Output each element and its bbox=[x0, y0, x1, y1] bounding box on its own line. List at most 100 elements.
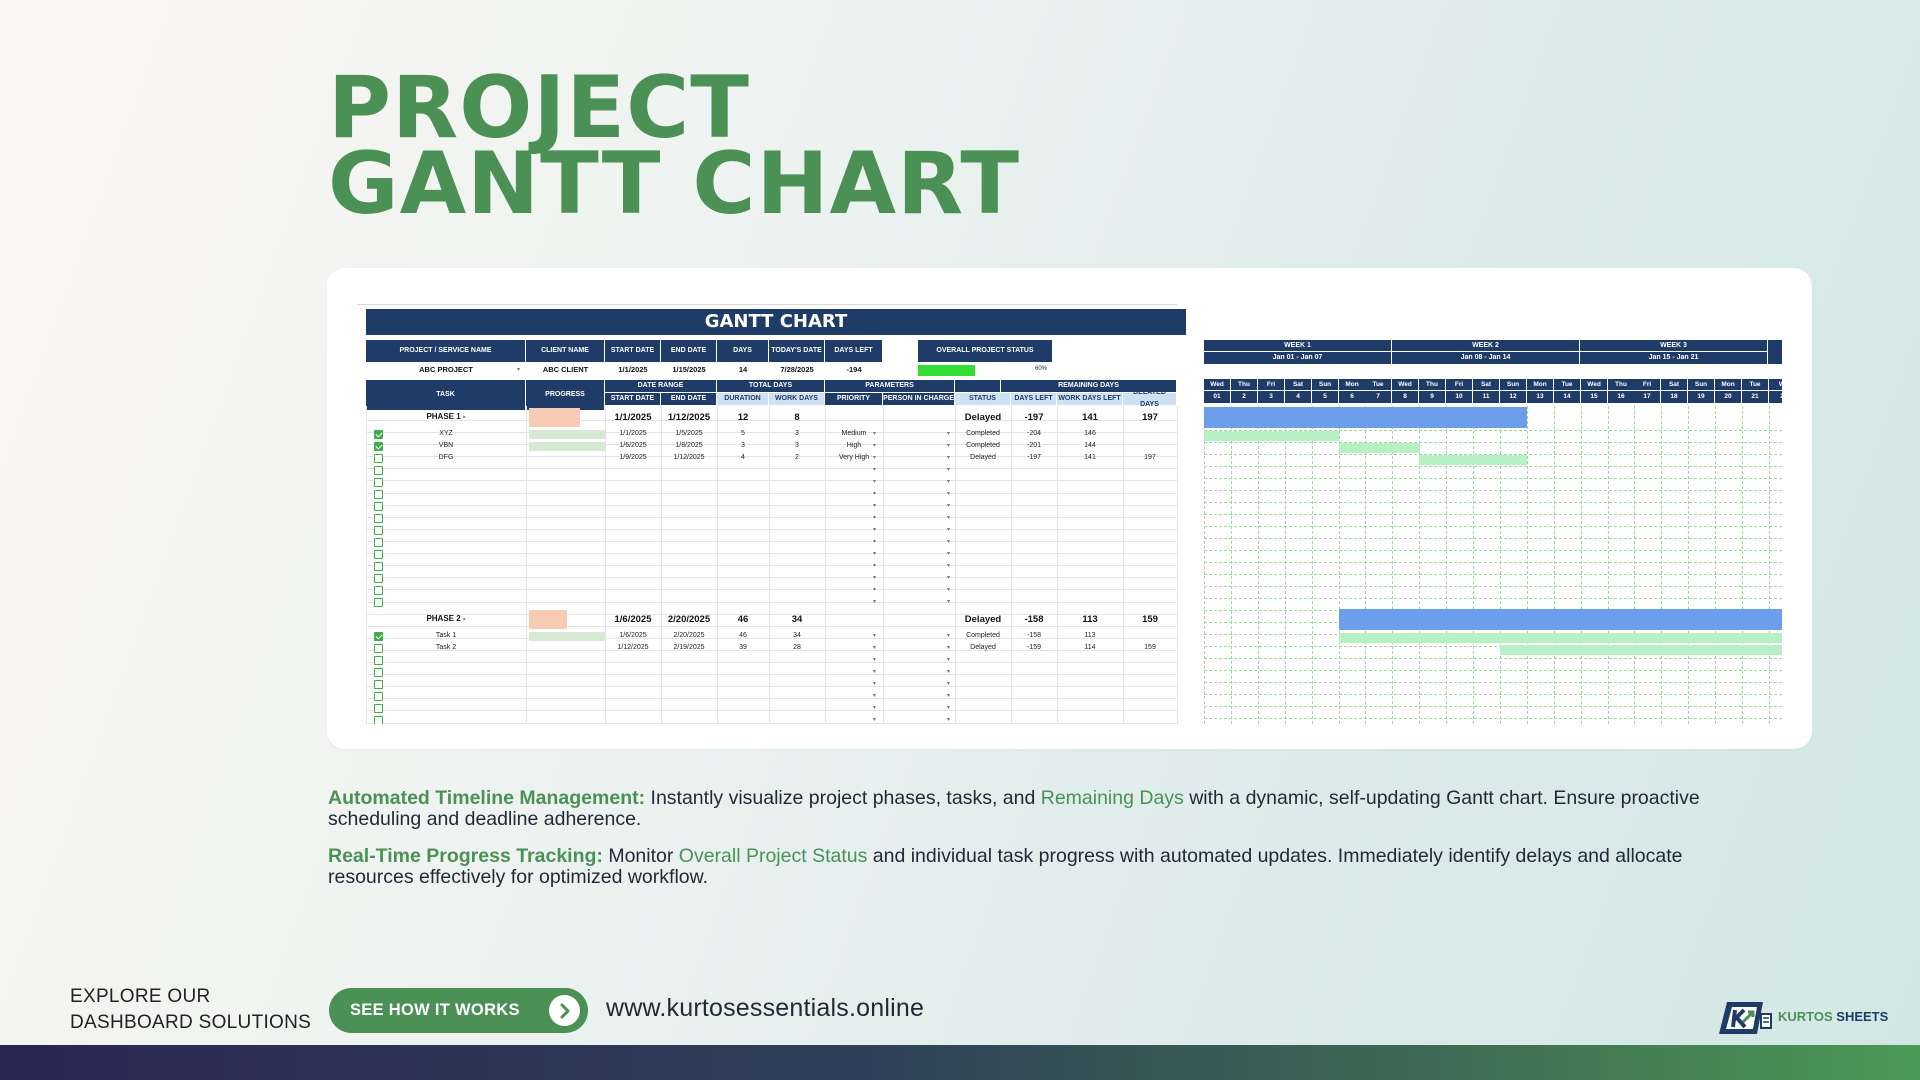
phase1-empty-priority-dropdown: ▾ bbox=[873, 575, 877, 581]
phase2-empty-checkbox[interactable] bbox=[374, 680, 383, 689]
phase2-empty-checkbox[interactable] bbox=[374, 668, 383, 677]
phase1-person-dropdown-0: ▾ bbox=[947, 431, 951, 437]
explore-line-2: DASHBOARD SOLUTIONS bbox=[70, 1012, 312, 1033]
phase1-task-gantt-bar bbox=[1204, 431, 1339, 441]
day-name-9: Fri bbox=[1446, 379, 1472, 390]
overall-status-header: OVERALL PROJECT STATUS bbox=[918, 340, 1053, 362]
phase1-task2-delayed: 197 bbox=[1144, 454, 1156, 461]
project-header-1: CLIENT NAME bbox=[526, 340, 605, 362]
phase1-days_left: -197 bbox=[1024, 412, 1044, 423]
table-row-line bbox=[366, 674, 1177, 675]
gantt-row-gridline bbox=[1204, 562, 1782, 563]
week-range-1: Jan 08 - Jan 14 bbox=[1392, 352, 1579, 364]
table-row-line bbox=[366, 698, 1177, 699]
gantt-row-gridline bbox=[1204, 694, 1782, 695]
phase2-empty-person-dropdown: ▾ bbox=[947, 657, 951, 663]
progress-header: PROGRESS bbox=[526, 380, 605, 410]
day-name-8: Thu bbox=[1419, 379, 1445, 390]
explore-text: EXPLORE OUR DASHBOARD SOLUTIONS bbox=[70, 984, 311, 1036]
phase2-work_days: 34 bbox=[791, 614, 803, 625]
desc-tracking-key: Real-Time Progress Tracking: bbox=[328, 845, 603, 867]
phase1-empty-checkbox[interactable] bbox=[374, 562, 383, 571]
table-row-line bbox=[366, 468, 1177, 469]
phase1-task1-work_left: 144 bbox=[1084, 442, 1096, 449]
phase1-task0-start: 1/1/2025 bbox=[619, 430, 647, 437]
project-header-0: PROJECT / SERVICE NAME bbox=[366, 340, 526, 362]
phase1-duration: 12 bbox=[737, 412, 749, 423]
phase1-empty-checkbox[interactable] bbox=[374, 490, 383, 499]
phase2-empty-person-dropdown: ▾ bbox=[947, 681, 951, 687]
week-label-0: WEEK 1 bbox=[1204, 340, 1391, 351]
phase1-empty-checkbox[interactable] bbox=[374, 466, 383, 475]
gantt-row-gridline bbox=[1204, 718, 1782, 719]
task-header: TASK bbox=[366, 380, 526, 410]
day-name-0: Wed bbox=[1204, 379, 1230, 390]
table-row-line bbox=[366, 541, 1177, 542]
phase1-empty-person-dropdown: ▾ bbox=[947, 539, 951, 545]
phase2-empty-checkbox[interactable] bbox=[374, 692, 383, 701]
phase1-empty-checkbox[interactable] bbox=[374, 478, 383, 487]
day-number-9: 10 bbox=[1446, 391, 1472, 403]
day-number-20: 21 bbox=[1742, 391, 1768, 403]
phase2-task1-status: Delayed bbox=[970, 644, 996, 651]
phase2-empty-priority-dropdown: ▾ bbox=[873, 669, 877, 675]
phase1-task1-start: 1/6/2025 bbox=[619, 442, 647, 449]
phase1-empty-checkbox[interactable] bbox=[374, 574, 383, 583]
phase1-empty-checkbox[interactable] bbox=[374, 586, 383, 595]
phase1-empty-checkbox[interactable] bbox=[374, 526, 383, 535]
day-number-1: 2 bbox=[1231, 391, 1257, 403]
sub-header-6: STATUS bbox=[955, 393, 1011, 405]
week-4-stub bbox=[1768, 340, 1782, 364]
day-number-6: 7 bbox=[1365, 391, 1391, 403]
desc-timeline-text-a: Instantly visualize project phases, task… bbox=[645, 787, 1041, 809]
table-row-line bbox=[366, 626, 1177, 627]
group-parameters: PARAMETERS bbox=[825, 380, 955, 392]
see-how-it-works-button[interactable]: SEE HOW IT WORKS bbox=[329, 988, 588, 1033]
sub-header-0: START DATE bbox=[605, 393, 661, 405]
phase1-empty-checkbox[interactable] bbox=[374, 550, 383, 559]
phase1-empty-person-dropdown: ▾ bbox=[947, 467, 951, 473]
phase2-gantt-bar bbox=[1339, 609, 1782, 630]
day-name-7: Wed bbox=[1392, 379, 1418, 390]
phase1-empty-checkbox[interactable] bbox=[374, 598, 383, 607]
phase2-empty-checkbox[interactable] bbox=[374, 656, 383, 665]
phase1-task2-status: Delayed bbox=[970, 454, 996, 461]
phase1-empty-person-dropdown: ▾ bbox=[947, 551, 951, 557]
table-row-line bbox=[366, 577, 1177, 578]
gantt-row-gridline bbox=[1204, 466, 1782, 467]
table-col-line bbox=[1177, 406, 1178, 724]
gantt-row-gridline bbox=[1204, 538, 1782, 539]
phase1-empty-checkbox[interactable] bbox=[374, 538, 383, 547]
phase2-empty-checkbox[interactable] bbox=[374, 716, 383, 724]
phase1-empty-priority-dropdown: ▾ bbox=[873, 539, 877, 545]
phase2-task1-work: 28 bbox=[793, 644, 801, 651]
day-name-4: Sun bbox=[1312, 379, 1338, 390]
phase2-task1-work_left: 114 bbox=[1084, 644, 1096, 651]
project-value-5: 7/28/2025 bbox=[780, 365, 814, 374]
phase2-empty-person-dropdown: ▾ bbox=[947, 669, 951, 675]
phase1-empty-checkbox[interactable] bbox=[374, 502, 383, 511]
phase1-task0-work: 3 bbox=[795, 430, 799, 437]
phase1-task2-duration: 4 bbox=[741, 454, 745, 461]
phase2-empty-checkbox[interactable] bbox=[374, 704, 383, 713]
website-link[interactable]: www.kurtosessentials.online bbox=[606, 994, 924, 1023]
phase1-end: 1/12/2025 bbox=[667, 412, 711, 423]
phase2-progress-0 bbox=[529, 632, 605, 641]
phase1-empty-priority-dropdown: ▾ bbox=[873, 587, 877, 593]
project-header-3: END DATE bbox=[661, 340, 717, 362]
phase2-task0-end: 2/20/2025 bbox=[673, 632, 705, 639]
day-name-18: Sun bbox=[1688, 379, 1714, 390]
phase1-empty-priority-dropdown: ▾ bbox=[873, 527, 877, 533]
phase1-work_days_left: 141 bbox=[1082, 412, 1098, 423]
week-label-1: WEEK 2 bbox=[1392, 340, 1579, 351]
day-name-5: Mon bbox=[1339, 379, 1365, 390]
spreadsheet-preview-card: GANTT CHART PROJECT / SERVICE NAME ABC PR… bbox=[327, 268, 1812, 749]
sub-header-4: PRIORITY bbox=[825, 393, 883, 405]
phase1-empty-checkbox[interactable] bbox=[374, 514, 383, 523]
phase1-priority-dropdown-1: ▾ bbox=[873, 443, 877, 449]
day-number-18: 19 bbox=[1688, 391, 1714, 403]
phase1-task1-status: Completed bbox=[966, 442, 1000, 449]
gantt-row-gridline bbox=[1204, 478, 1782, 479]
phase1-task0-status: Completed bbox=[966, 430, 1000, 437]
phase1-progress-1 bbox=[529, 442, 605, 451]
